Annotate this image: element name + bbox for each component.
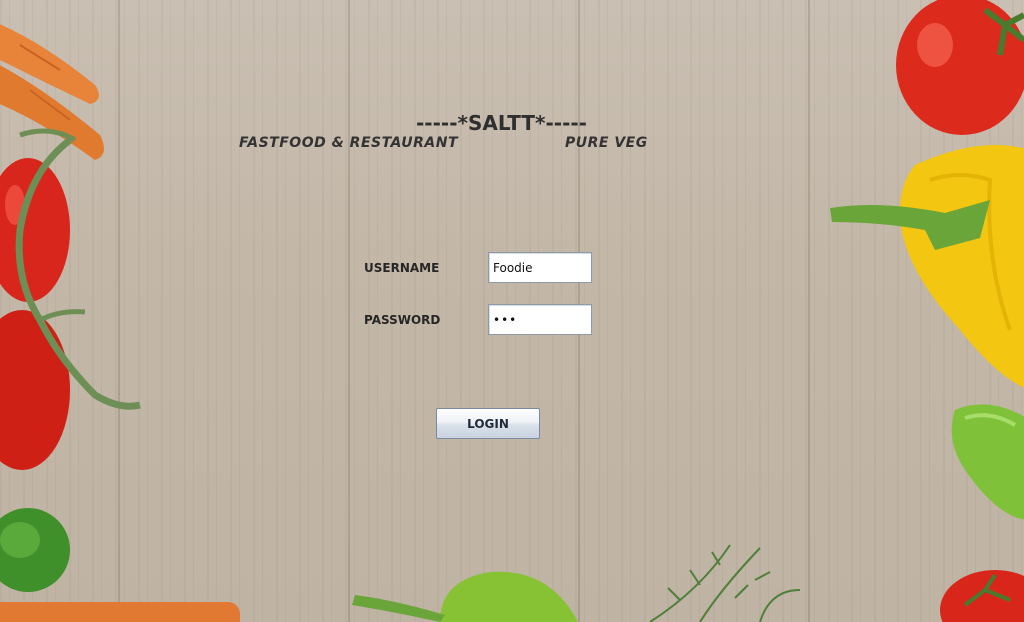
login-button[interactable]: LOGIN (436, 408, 540, 439)
password-input[interactable] (488, 304, 592, 335)
username-input[interactable] (488, 252, 592, 283)
pure-veg-subtitle: PURE VEG (565, 135, 648, 151)
username-label: USERNAME (364, 261, 440, 275)
password-label: PASSWORD (364, 313, 441, 327)
app-title: -----*SALTT*----- (416, 111, 587, 135)
restaurant-subtitle: FASTFOOD & RESTAURANT (239, 135, 459, 151)
